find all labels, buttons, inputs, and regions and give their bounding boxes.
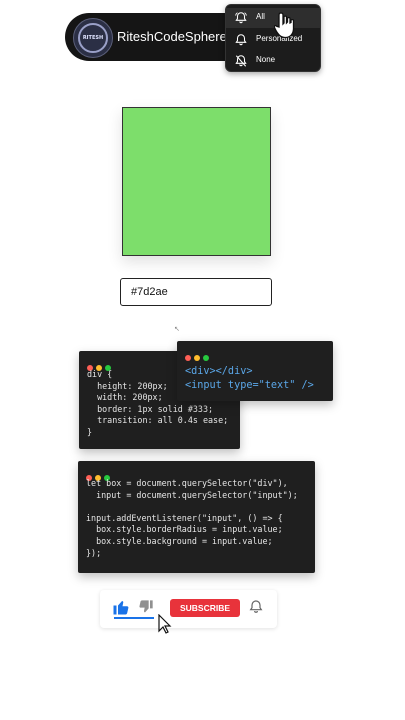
cursor-mark-icon: ↖ [174,326,180,333]
notification-option-none[interactable]: None [226,51,320,71]
notification-option-label: None [256,55,276,64]
notification-option-personalized[interactable]: Personalized [226,30,320,50]
js-code-card: let box = document.querySelector("div"),… [78,461,315,573]
bell-icon [235,34,247,46]
notification-menu: All Personalized None [225,4,321,72]
notification-option-all[interactable]: All [226,8,320,28]
avatar-logo-text: RITESH [82,35,104,41]
like-underline [114,617,154,619]
subscribe-button[interactable]: SUBSCRIBE [170,599,240,617]
html-code-card: <div></div> <input type="text" /> [177,341,333,401]
arrow-cursor-icon [158,614,172,634]
thumbs-up-icon[interactable] [112,598,130,616]
color-preview-box [122,107,271,256]
bell-ringing-icon [235,12,247,24]
channel-avatar[interactable]: RITESH [73,18,113,58]
window-dots [185,348,212,366]
js-code-block: let box = document.querySelector("div"),… [86,478,298,558]
thumbs-down-icon[interactable] [138,599,154,615]
notification-bell-icon[interactable] [248,599,264,615]
engagement-bar: SUBSCRIBE [100,590,277,628]
color-input[interactable] [120,278,272,306]
html-code-block: <div></div> <input type="text" /> [185,366,314,391]
bell-off-icon [235,55,247,67]
hand-cursor-icon [274,12,295,39]
notification-option-label: All [256,12,265,21]
channel-name[interactable]: RiteshCodeSphere [117,29,227,44]
